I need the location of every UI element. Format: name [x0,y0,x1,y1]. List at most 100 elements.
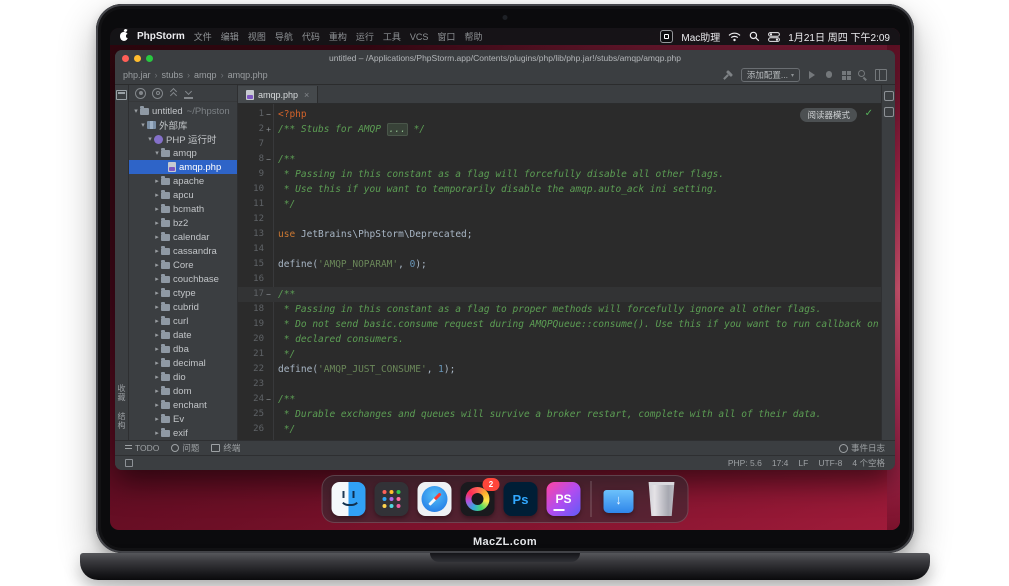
tool-window-button-终端[interactable]: 终端 [211,442,240,454]
menu-导航[interactable]: 导航 [275,30,293,43]
tree-item-Core[interactable]: ▸Core [129,258,237,272]
assistant-label[interactable]: Mac助理 [681,29,720,44]
locate-file-icon[interactable] [135,88,146,99]
code-line[interactable]: 20 * declared consumers. [238,332,881,347]
layout-icon[interactable] [875,69,887,81]
tree-item-curl[interactable]: ▸curl [129,314,237,328]
code-editor[interactable]: 1−<?php2+/** Stubs for AMQP ... */78−/**… [238,104,881,440]
close-window-button[interactable] [122,55,129,62]
code-line[interactable]: 2+/** Stubs for AMQP ... */ [238,122,881,137]
chevron-right-icon[interactable]: ▸ [153,317,161,325]
dock-aperture-icon[interactable]: 2 [461,482,495,516]
chevron-right-icon[interactable]: ▸ [153,359,161,367]
status-17-4[interactable]: 17:4 [772,458,789,468]
database-tool-icon[interactable] [884,91,894,101]
dock-launchpad-icon[interactable] [375,482,409,516]
run-icon[interactable] [807,70,817,80]
collapse-all-icon[interactable] [169,89,178,98]
dock-trash-icon[interactable] [645,482,679,516]
minimize-window-button[interactable] [134,55,141,62]
menu-VCS[interactable]: VCS [410,32,429,42]
chevron-right-icon[interactable]: ▸ [153,275,161,283]
fold-marker-icon[interactable]: − [264,287,273,302]
code-line[interactable]: 9 * Passing in this constant as a flag w… [238,167,881,182]
dock-downloads-icon[interactable] [602,482,636,516]
close-tab-icon[interactable]: × [304,90,309,100]
tree-item-exif[interactable]: ▸exif [129,426,237,440]
notifications-tool-icon[interactable] [884,107,894,117]
code-line[interactable]: 12 [238,212,881,227]
tool-window-button-TODO[interactable]: TODO [125,443,159,453]
breadcrumb-item[interactable]: php.jar [123,70,151,80]
chevron-right-icon[interactable]: ▸ [153,177,161,185]
chevron-down-icon[interactable]: ▾ [132,107,140,115]
chevron-down-icon[interactable]: ▾ [153,149,161,157]
status-LF[interactable]: LF [798,458,808,468]
tree-item-dba[interactable]: ▸dba [129,342,237,356]
tree-item-apcu[interactable]: ▸apcu [129,188,237,202]
tree-item-calendar[interactable]: ▸calendar [129,230,237,244]
chevron-right-icon[interactable]: ▸ [153,429,161,437]
services-icon[interactable] [841,70,851,80]
tree-item-date[interactable]: ▸date [129,328,237,342]
menu-窗口[interactable]: 窗口 [437,30,455,43]
assistant-icon[interactable] [660,30,673,43]
chevron-right-icon[interactable]: ▸ [153,331,161,339]
fold-marker-icon[interactable]: − [264,392,273,407]
build-hammer-icon[interactable] [724,70,734,80]
chevron-right-icon[interactable]: ▸ [153,233,161,241]
code-line[interactable]: 15define('AMQP_NOPARAM', 0); [238,257,881,272]
project-tree[interactable]: ▾untitled~/Phpston▾外部库▾PHP 运行时▾amqpamqp.… [129,102,237,440]
tree-item-bcmath[interactable]: ▸bcmath [129,202,237,216]
tree-item-amqp-php[interactable]: amqp.php [129,160,237,174]
code-line[interactable]: 17−/** [238,287,881,302]
tree-item--[interactable]: ▾外部库 [129,118,237,132]
tree-item-untitled[interactable]: ▾untitled~/Phpston [129,104,237,118]
breadcrumb-item[interactable]: amqp.php [228,70,268,80]
code-line[interactable]: 14 [238,242,881,257]
code-line[interactable]: 11 */ [238,197,881,212]
reader-mode-button[interactable]: 阅读器模式 [800,108,857,122]
code-line[interactable]: 25 * Durable exchanges and queues will s… [238,407,881,422]
editor-tab-amqp[interactable]: amqp.php × [238,86,318,103]
settings-gear-icon[interactable] [152,88,163,99]
tree-item-Ev[interactable]: ▸Ev [129,412,237,426]
tree-item-amqp[interactable]: ▾amqp [129,146,237,160]
tree-item-PHP-[interactable]: ▾PHP 运行时 [129,132,237,146]
code-line[interactable]: 7 [238,137,881,152]
dock-photoshop-icon[interactable]: Ps [504,482,538,516]
add-configuration-button[interactable]: 添加配置... ▾ [741,68,800,82]
dock-finder-icon[interactable] [332,482,366,516]
window-titlebar[interactable]: untitled – /Applications/PhpStorm.app/Co… [115,50,895,66]
status-4-[interactable]: 4 个空格 [852,457,885,469]
tool-window-button-收藏[interactable]: 收藏 [116,384,127,402]
code-line[interactable]: 19 * Do not send basic.consume request d… [238,317,881,332]
code-line[interactable]: 23 [238,377,881,392]
tree-item-decimal[interactable]: ▸decimal [129,356,237,370]
tool-windows-icon[interactable] [125,459,133,467]
chevron-right-icon[interactable]: ▸ [153,247,161,255]
chevron-right-icon[interactable]: ▸ [153,261,161,269]
search-icon[interactable] [749,31,760,42]
fold-marker-icon[interactable]: + [264,122,273,137]
breadcrumb-item[interactable]: stubs [162,70,184,80]
apple-logo-icon[interactable] [120,32,128,41]
code-line[interactable]: 8−/** [238,152,881,167]
search-everywhere-icon[interactable] [858,70,868,80]
menu-运行[interactable]: 运行 [356,30,374,43]
chevron-right-icon[interactable]: ▸ [153,205,161,213]
zoom-window-button[interactable] [146,55,153,62]
fold-marker-icon[interactable]: − [264,152,273,167]
menu-帮助[interactable]: 帮助 [464,30,482,43]
dock-safari-icon[interactable] [418,482,452,516]
dock-phpstorm-icon[interactable]: PS [547,482,581,516]
hide-panel-icon[interactable] [184,88,193,99]
chevron-right-icon[interactable]: ▸ [153,415,161,423]
menu-重构[interactable]: 重构 [329,30,347,43]
breadcrumb-item[interactable]: amqp [194,70,217,80]
inspection-ok-icon[interactable]: ✓ [865,108,873,119]
chevron-right-icon[interactable]: ▸ [153,289,161,297]
tool-window-button-结构[interactable]: 结构 [116,412,127,430]
tree-item-cassandra[interactable]: ▸cassandra [129,244,237,258]
fold-marker-icon[interactable]: − [264,107,273,122]
